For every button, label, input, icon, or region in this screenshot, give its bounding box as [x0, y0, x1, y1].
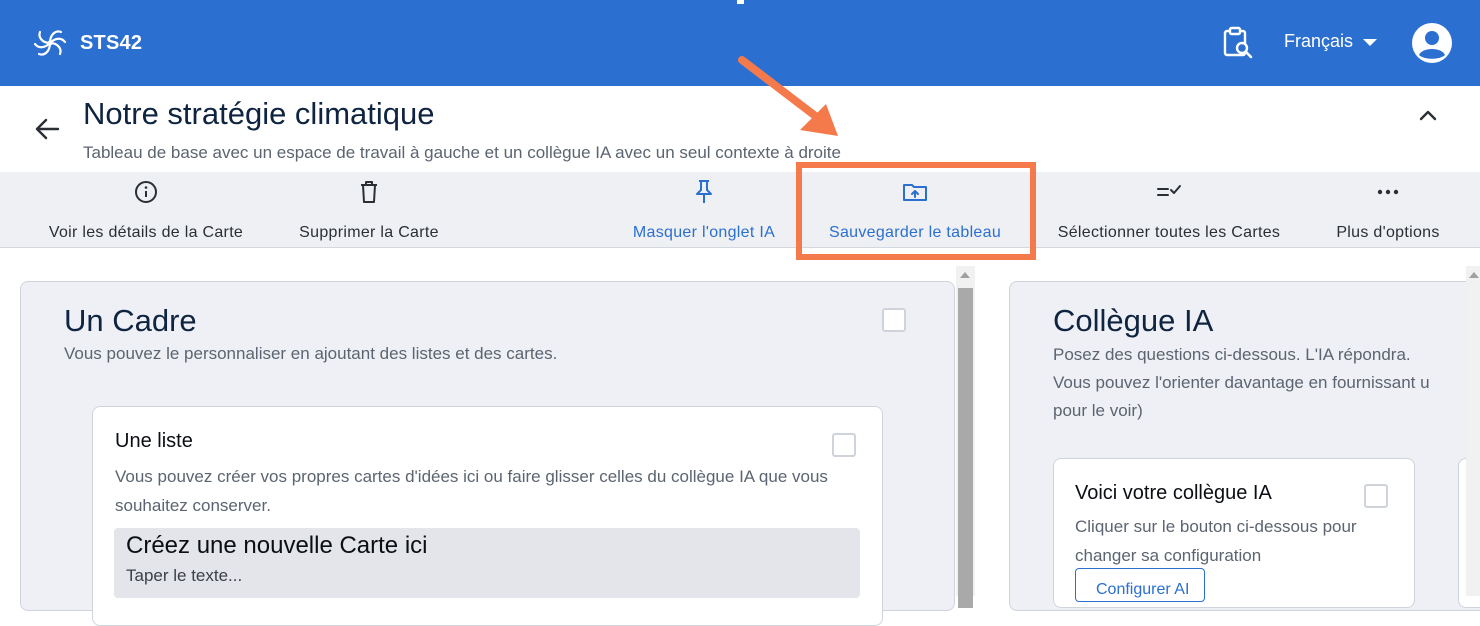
scroll-up-arrow-icon[interactable]: [1469, 272, 1479, 278]
card-toolbar: Voir les détails de la Carte Supprimer l…: [0, 172, 1480, 248]
page-title: Notre stratégie climatique: [83, 96, 435, 131]
more-horizontal-icon: [1377, 189, 1399, 195]
scroll-up-arrow-icon[interactable]: [960, 272, 970, 278]
toolbar-item-label: Voir les détails de la Carte: [48, 224, 244, 241]
ai-card-checkbox[interactable]: [1364, 484, 1388, 508]
top-app-bar: STS42 Français: [0, 0, 1480, 86]
arrow-back-icon[interactable]: [34, 116, 60, 142]
toolbar-item-label: Plus d'options: [1336, 224, 1440, 241]
new-card-text-input[interactable]: Taper le texte...: [126, 566, 242, 586]
frame-title: Un Cadre: [64, 303, 197, 338]
select-all-icon: [1157, 185, 1181, 196]
caret-down-icon: [1363, 39, 1378, 46]
folder-upload-icon: [903, 184, 927, 201]
toolbar-item-label: Supprimer la Carte: [299, 224, 439, 241]
list-title: Une liste: [115, 430, 193, 452]
top-edge-marker: [737, 0, 744, 4]
app-name: STS42: [80, 31, 143, 54]
ai-panel-title: Collègue IA: [1053, 303, 1214, 338]
ai-card-description: Cliquer sur le bouton ci-dessous pour ch…: [1075, 517, 1357, 565]
ai-panel-scrollbar[interactable]: [1466, 266, 1480, 596]
list-checkbox[interactable]: [832, 433, 856, 457]
spiral-logo-icon: [33, 30, 67, 56]
language-selector[interactable]: Français: [1284, 31, 1378, 52]
brand[interactable]: STS42: [30, 24, 142, 62]
ai-card-title: Voici votre collègue IA: [1075, 482, 1272, 504]
view-card-details-button[interactable]: Voir les détails de la Carte: [40, 172, 252, 248]
scrollbar-thumb[interactable]: [958, 288, 973, 608]
chevron-up-icon[interactable]: [1416, 104, 1440, 126]
trash-icon: [361, 181, 377, 203]
clipboard-search-icon[interactable]: [1222, 26, 1254, 60]
select-all-cards-button[interactable]: Sélectionner toutes les Cartes: [1048, 172, 1290, 248]
language-label: Français: [1284, 31, 1354, 51]
toolbar-item-label: Masquer l'onglet IA: [632, 224, 776, 241]
save-board-button[interactable]: Sauvegarder le tableau: [822, 172, 1008, 248]
frame-checkbox[interactable]: [882, 308, 906, 332]
page-subtitle: Tableau de base avec un espace de travai…: [83, 143, 841, 162]
more-options-button[interactable]: Plus d'options: [1330, 172, 1446, 248]
configure-ai-button[interactable]: Configurer AI: [1075, 568, 1205, 602]
hide-ai-tab-button[interactable]: Masquer l'onglet IA: [626, 172, 782, 248]
toolbar-item-label: Sauvegarder le tableau: [828, 224, 1002, 241]
workspace-scrollbar[interactable]: [956, 266, 975, 608]
pin-icon: [696, 180, 712, 203]
toolbar-item-label: Sélectionner toutes les Cartes: [1057, 224, 1281, 241]
delete-card-button[interactable]: Supprimer la Carte: [294, 172, 444, 248]
new-card-title: Créez une nouvelle Carte ici: [126, 532, 428, 559]
list-description: Vous pouvez créer vos propres cartes d'i…: [115, 467, 828, 515]
frame-description: Vous pouvez le personnaliser en ajoutant…: [64, 344, 558, 363]
info-icon: [135, 181, 157, 203]
account-circle-icon[interactable]: [1412, 23, 1452, 63]
ai-panel-description: Posez des questions ci-dessous. L'IA rép…: [1053, 345, 1430, 420]
